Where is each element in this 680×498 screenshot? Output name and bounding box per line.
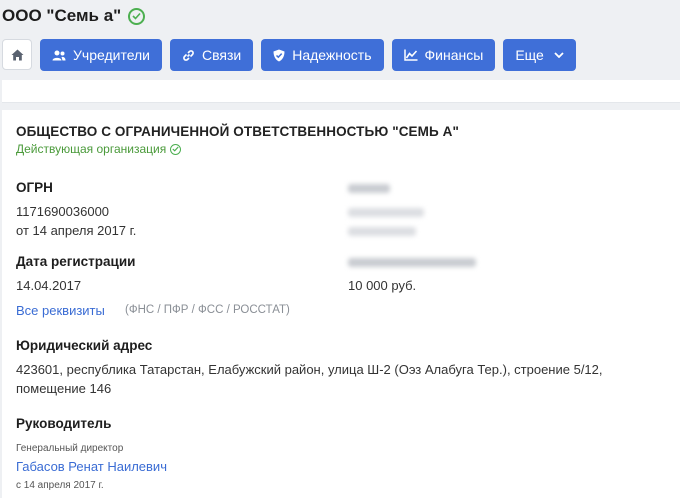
users-icon	[52, 50, 66, 61]
head-label: Руководитель	[16, 416, 112, 431]
head-since: с 14 апреля 2017 г.	[16, 480, 104, 491]
address-line-2: помещение 146	[16, 381, 112, 396]
status-check-icon	[170, 143, 182, 155]
chart-icon	[403, 49, 418, 61]
section-nav: Учредители Связи Надежность Финансы Еще	[2, 39, 576, 71]
reg-date-label: Дата регистрации	[16, 254, 136, 269]
verified-check-icon	[128, 7, 146, 25]
address-line-1: 423601, республика Татарстан, Елабужский…	[16, 362, 603, 377]
founders-label: Учредители	[73, 47, 151, 63]
head-position: Генеральный директор	[16, 443, 124, 454]
all-requisites-link[interactable]: Все реквизиты	[16, 303, 105, 318]
finance-label: Финансы	[424, 47, 484, 63]
connections-button[interactable]: Связи	[170, 39, 254, 71]
reliability-label: Надежность	[292, 47, 372, 63]
finance-button[interactable]: Финансы	[391, 39, 496, 71]
reg-date-value: 14.04.2017	[16, 278, 82, 293]
home-button[interactable]	[2, 39, 32, 70]
company-full-name: ОБЩЕСТВО С ОГРАНИЧЕННОЙ ОТВЕТСТВЕННОСТЬЮ…	[16, 124, 460, 139]
status-text: Действующая организация	[16, 142, 167, 156]
address-label: Юридический адрес	[16, 338, 153, 353]
ogrn-date: от 14 апреля 2017 г.	[16, 223, 137, 238]
capital-value: 10 000 руб.	[348, 278, 417, 293]
founders-button[interactable]: Учредители	[40, 39, 163, 71]
more-dropdown-button[interactable]: Еще	[503, 39, 576, 71]
company-card: ОБЩЕСТВО С ОГРАНИЧЕННОЙ ОТВЕТСТВЕННОСТЬЮ…	[2, 110, 680, 498]
subnav-bar	[2, 80, 680, 103]
chevron-down-icon	[554, 52, 564, 58]
more-label: Еще	[515, 47, 544, 63]
company-short-title: ООО "Семь а"	[2, 6, 122, 25]
home-icon	[11, 49, 23, 60]
shield-check-icon	[273, 49, 285, 62]
title-row: ООО "Семь а"	[2, 6, 146, 26]
redacted-field	[348, 184, 390, 193]
requisites-sources: (ФНС / ПФР / ФСС / РОССТАТ)	[125, 304, 290, 316]
status-badge: Действующая организация	[16, 142, 182, 156]
ogrn-value: 1171690036000	[16, 204, 110, 219]
link-icon	[182, 49, 195, 62]
head-name-link[interactable]: Габасов Ренат Наилевич	[16, 459, 167, 474]
reliability-button[interactable]: Надежность	[261, 39, 384, 71]
redacted-field	[348, 208, 424, 217]
connections-label: Связи	[202, 47, 242, 63]
redacted-field	[348, 258, 476, 267]
page-header: ООО "Семь а" Учредители Связи Надежность	[0, 0, 680, 104]
ogrn-label: ОГРН	[16, 180, 53, 195]
redacted-field	[348, 227, 416, 236]
